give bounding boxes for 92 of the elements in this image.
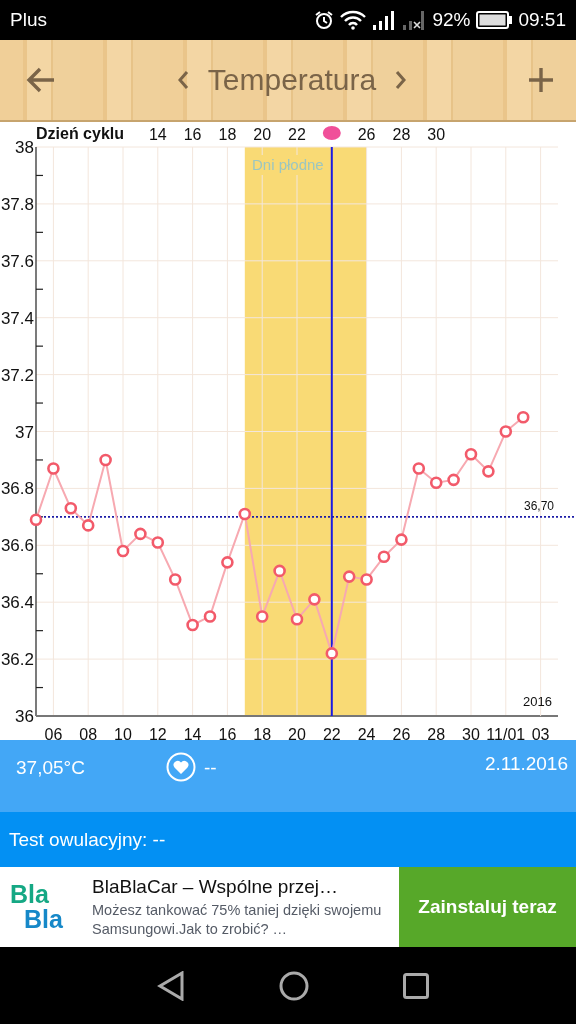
ovulation-test-label: Test owulacyjny: --: [9, 828, 166, 851]
ad-description: Możesz tankować 75% taniej dzięki swojemu Samsungowi.Jak to zrobić? …: [92, 901, 383, 938]
signal-icon: [372, 10, 397, 30]
chevron-right-icon: [394, 69, 409, 91]
data-point: [238, 507, 252, 521]
alarm-icon: [314, 10, 335, 30]
x-axis-label: 26: [392, 726, 411, 740]
reference-value: 36,70: [523, 498, 554, 513]
x-axis-label: 16: [218, 726, 237, 740]
y-axis-label: 37: [15, 422, 34, 442]
data-point: [221, 556, 234, 569]
heart-value: --: [204, 756, 217, 779]
y-axis-label: 36.6: [0, 536, 34, 556]
data-point: [99, 453, 112, 467]
home-icon[interactable]: [279, 970, 309, 1001]
y-axis-label: 36.8: [0, 479, 34, 499]
data-point: [81, 519, 95, 532]
x-axis-label: 24: [357, 726, 376, 740]
x-axis-label: 22: [322, 726, 341, 740]
data-point: [360, 573, 373, 586]
x-axis-label: 28: [427, 726, 446, 740]
cycle-day-label: 14: [148, 126, 167, 143]
back-icon[interactable]: [157, 970, 185, 1001]
reading-date: 2.11.2016: [484, 752, 568, 775]
x-axis-label: 10: [114, 726, 132, 740]
data-point: [377, 550, 391, 563]
wifi-icon: [340, 10, 367, 30]
x-axis-label: 03: [531, 726, 550, 740]
plus-icon: [528, 67, 554, 93]
x-axis-label: 12: [148, 726, 167, 740]
y-axis-label: 37.8: [0, 194, 34, 214]
data-point: [273, 564, 286, 578]
data-point: [47, 462, 60, 475]
data-point: [429, 476, 443, 489]
x-axis-label: 11/01: [486, 726, 526, 740]
y-axis-label: 36.4: [0, 593, 34, 613]
battery-percent: 92%: [432, 9, 471, 31]
cycle-day-label: 22: [288, 126, 306, 143]
data-point: [290, 612, 304, 626]
fertile-days-label: Dni płodne: [252, 156, 324, 173]
ad-title[interactable]: BlaBlaCar – Wspólne przej…: [92, 876, 399, 899]
cycle-day-label: 30: [427, 126, 446, 143]
y-axis-label: 36: [15, 707, 34, 726]
y-axis-label: 38: [15, 138, 34, 157]
cycle-day-label: 28: [392, 126, 411, 143]
cycle-day-title: Dzień cyklu: [36, 125, 125, 142]
data-point: [116, 544, 130, 558]
data-point: [151, 536, 165, 549]
x-axis-label: 06: [44, 726, 63, 740]
data-point: [203, 610, 217, 623]
data-point: [412, 462, 426, 475]
data-point: [325, 647, 339, 660]
x-axis-label: 18: [253, 726, 272, 740]
y-axis-label: 36.2: [0, 650, 34, 670]
back-arrow-icon: [26, 67, 56, 93]
data-point: [464, 447, 478, 461]
cycle-day-label: 26: [357, 126, 376, 143]
data-point: [186, 618, 199, 632]
ovulation-marker-icon: [322, 126, 341, 140]
data-point: [342, 570, 356, 583]
data-point: [64, 502, 78, 515]
x-axis-label: 08: [79, 726, 98, 740]
no-signal-icon: [402, 10, 427, 30]
y-axis-label: 37.4: [0, 308, 34, 328]
data-point: [395, 533, 408, 546]
data-point: [516, 410, 530, 424]
chevron-left-icon: [175, 69, 190, 91]
data-point: [499, 425, 513, 438]
x-axis-label: 14: [183, 726, 202, 740]
x-axis-label: 20: [288, 726, 306, 740]
cycle-day-label: 20: [253, 126, 272, 143]
data-point: [29, 513, 43, 526]
data-point: [168, 573, 182, 586]
temperature-value: 37,05°C: [16, 756, 86, 779]
y-axis-label: 37.6: [0, 251, 34, 271]
screen-title: Temperatura: [207, 63, 377, 97]
carrier-name: Plus: [10, 9, 47, 31]
recents-icon[interactable]: [403, 972, 429, 999]
data-point: [308, 593, 321, 606]
cycle-day-label: 16: [183, 126, 202, 143]
x-axis-label: 30: [462, 726, 480, 740]
y-axis-label: 37.2: [0, 365, 34, 385]
data-point: [134, 527, 147, 541]
cycle-day-label: 18: [218, 126, 237, 143]
clock-time: 09:51: [518, 9, 566, 31]
year-label: 2016: [523, 694, 552, 709]
data-point: [255, 610, 269, 623]
logo-text: Bla: [23, 907, 64, 932]
logo-text: Bla: [10, 882, 50, 907]
battery-icon: [476, 11, 513, 29]
data-point: [482, 465, 495, 478]
data-point: [447, 473, 460, 487]
